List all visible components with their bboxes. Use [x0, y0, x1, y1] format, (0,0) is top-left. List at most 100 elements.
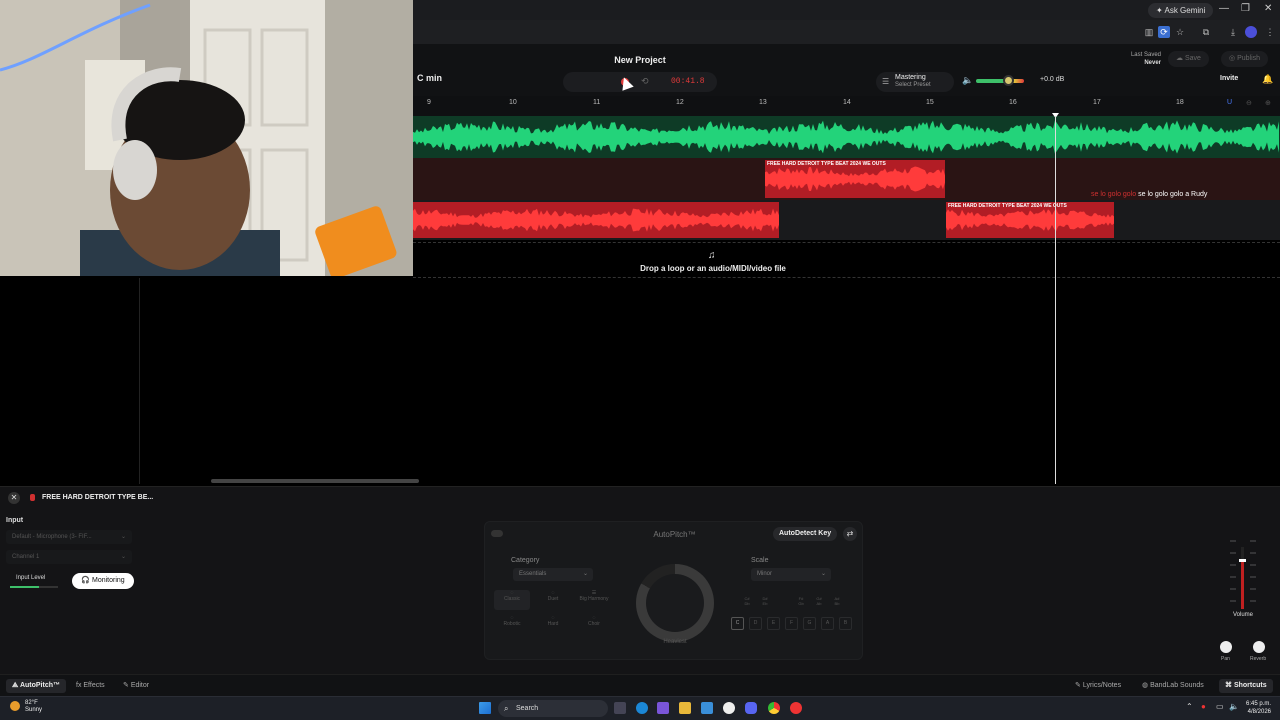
track-lane-vocal[interactable] [413, 116, 1280, 158]
note-button[interactable]: G [803, 617, 816, 630]
playhead[interactable] [1055, 116, 1056, 484]
taskbar-search[interactable]: ⌕ Search [498, 700, 608, 717]
effect-duet[interactable]: ◌ Duet [535, 590, 571, 610]
tray-chevron-icon[interactable]: ⌃ [1186, 702, 1193, 711]
category-select[interactable]: Essentials ⌄ [513, 568, 593, 581]
note-sharp[interactable]: A# Bb [830, 596, 844, 606]
track-lane-beat-1[interactable]: FREE HARD DETROIT TYPE BEAT 2024 WE OUTS… [413, 158, 1280, 200]
app-icon[interactable] [723, 702, 735, 714]
effect-classic[interactable]: ◌ Classic [494, 590, 530, 610]
audio-clip[interactable] [413, 202, 779, 238]
search-icon: ⌕ [504, 704, 509, 713]
master-volume-slider[interactable] [976, 79, 1024, 83]
task-view-icon[interactable] [614, 702, 626, 714]
note-sharp[interactable]: F# Gb [794, 596, 808, 606]
speaker-icon[interactable]: 🔈 [962, 75, 973, 86]
effect-robotic[interactable]: ◌ Robotic [494, 615, 530, 635]
note-button[interactable]: F [785, 617, 798, 630]
note-sharp[interactable]: G# Ab [812, 596, 826, 606]
input-channel-select[interactable]: Channel 1 ⌄ [6, 550, 132, 564]
tab-lyrics[interactable]: ✎ Lyrics/Notes [1069, 679, 1127, 693]
network-icon[interactable]: ▭ [1216, 702, 1224, 711]
invite-button[interactable]: Invite [1220, 75, 1238, 82]
autodetect-key-button[interactable]: AutoDetect Key [773, 527, 838, 541]
audio-clip[interactable]: FREE HARD DETROIT TYPE BEAT 2024 WE OUTS [765, 160, 945, 198]
minimize-icon[interactable]: — [1219, 3, 1229, 14]
effect-big-harmony[interactable]: ☰ Big Harmony [576, 590, 612, 610]
loop-icon[interactable]: ⟲ [641, 76, 649, 87]
discord-icon[interactable] [745, 702, 757, 714]
sliders-icon: ☰ [882, 77, 890, 86]
bookmarks-icon[interactable]: ▥ [1143, 26, 1155, 38]
app-icon[interactable] [790, 702, 802, 714]
time-display: 00:41.8 [671, 77, 705, 86]
note-button[interactable]: A [821, 617, 834, 630]
edge-icon[interactable] [636, 702, 648, 714]
profile-icon[interactable] [1245, 26, 1257, 38]
reverb-knob[interactable] [1253, 641, 1265, 653]
publish-button[interactable]: ◎ Publish [1221, 51, 1269, 67]
zoom-out-icon[interactable]: ⊖ [1246, 99, 1252, 107]
pan-knob[interactable] [1220, 641, 1232, 653]
close-window-icon[interactable]: ✕ [1264, 3, 1272, 14]
master-volume-thumb[interactable] [1003, 75, 1014, 86]
audio-clip[interactable]: FREE HARD DETROIT TYPE BEAT 2024 WE OUTS [946, 202, 1114, 238]
track-lane-beat-2[interactable]: FREE HARD DETROIT TYPE BEAT 2024 WE OUTS [413, 200, 1280, 240]
note-sharp[interactable]: C# Db [740, 596, 754, 606]
swap-icon[interactable]: ⇄ [843, 527, 857, 541]
download-icon[interactable]: ⤓ [1227, 26, 1239, 38]
note-button[interactable]: E [767, 617, 780, 630]
note-button[interactable]: D [749, 617, 762, 630]
effect-hard[interactable]: ◌ Hard [535, 615, 571, 635]
sync-icon[interactable]: ⟳ [1158, 26, 1170, 38]
volume-fader[interactable] [1241, 547, 1244, 609]
shortcuts-button[interactable]: ⌘ Shortcuts [1219, 679, 1273, 693]
weather-widget[interactable]: 82°F Sunny [25, 700, 42, 714]
ruler-tick: 13 [759, 99, 767, 106]
track-lanes: FREE HARD DETROIT TYPE BEAT 2024 WE OUTS… [413, 116, 1280, 240]
extensions-icon[interactable]: ⧉ [1200, 26, 1212, 38]
reverb-label: Reverb [1250, 656, 1267, 662]
autopitch-icon: ⟁ [12, 682, 20, 689]
note-button[interactable]: C [731, 617, 744, 630]
tab-editor[interactable]: ✎ Editor [117, 679, 155, 693]
ask-gemini-button[interactable]: ✦ Ask Gemini [1148, 3, 1214, 18]
zoom-in-icon[interactable]: ⊕ [1265, 99, 1271, 107]
track-header-divider [139, 278, 140, 484]
more-icon[interactable]: ⋮ [1264, 26, 1276, 38]
magnet-icon[interactable]: U [1227, 99, 1232, 106]
monitoring-toggle[interactable]: 🎧 Monitoring [72, 573, 134, 589]
volume-tray-icon[interactable]: 🔈 [1229, 702, 1239, 711]
close-icon[interactable]: ✕ [8, 492, 20, 504]
save-button[interactable]: ☁ Save [1168, 51, 1209, 67]
chevron-down-icon: ⌄ [120, 534, 126, 540]
copilot-icon[interactable] [657, 702, 669, 714]
drop-zone[interactable]: ♫ Drop a loop or an audio/MIDI/video fil… [413, 242, 1280, 278]
mastering-button[interactable]: ☰ Mastering Select Preset [876, 72, 954, 92]
cloud-icon: ☁ [1176, 55, 1185, 62]
windows-start-icon[interactable] [479, 702, 491, 714]
mic-tray-icon[interactable]: ● [1201, 702, 1206, 711]
note-sharp[interactable]: D# Eb [758, 596, 772, 606]
bell-icon[interactable]: 🔔 [1262, 74, 1273, 85]
key-button[interactable]: C min [417, 73, 442, 83]
clock[interactable]: 6:45 p.m. 4/8/2026 [1243, 700, 1271, 716]
effect-choir[interactable]: ◌ Choir [576, 615, 612, 635]
tab-autopitch[interactable]: ⟁ AutoPitch™ [6, 679, 66, 693]
scale-select[interactable]: Minor ⌄ [751, 568, 831, 581]
note-button[interactable]: B [839, 617, 852, 630]
horizontal-scrollbar[interactable] [211, 479, 419, 483]
maximize-icon[interactable]: ❐ [1241, 3, 1250, 14]
tab-effects[interactable]: fx Effects [70, 679, 111, 693]
chrome-icon[interactable] [768, 702, 780, 714]
tab-bandlab-sounds[interactable]: ◍ BandLab Sounds [1136, 679, 1210, 693]
intensity-knob[interactable] [636, 564, 714, 642]
volume-fader-thumb[interactable] [1239, 559, 1246, 562]
timeline-ruler[interactable]: 9 10 11 12 13 14 15 16 17 18 U ⊖ ⊕ [413, 96, 1280, 116]
lyric-caption: se lo golo golo se lo golo golo a Rudy [1091, 191, 1208, 198]
weather-sun-icon[interactable] [10, 701, 20, 711]
input-device-select[interactable]: Default - Microphone (3- FIF... ⌄ [6, 530, 132, 544]
file-explorer-icon[interactable] [679, 702, 691, 714]
store-icon[interactable] [701, 702, 713, 714]
star-icon[interactable]: ☆ [1174, 26, 1186, 38]
